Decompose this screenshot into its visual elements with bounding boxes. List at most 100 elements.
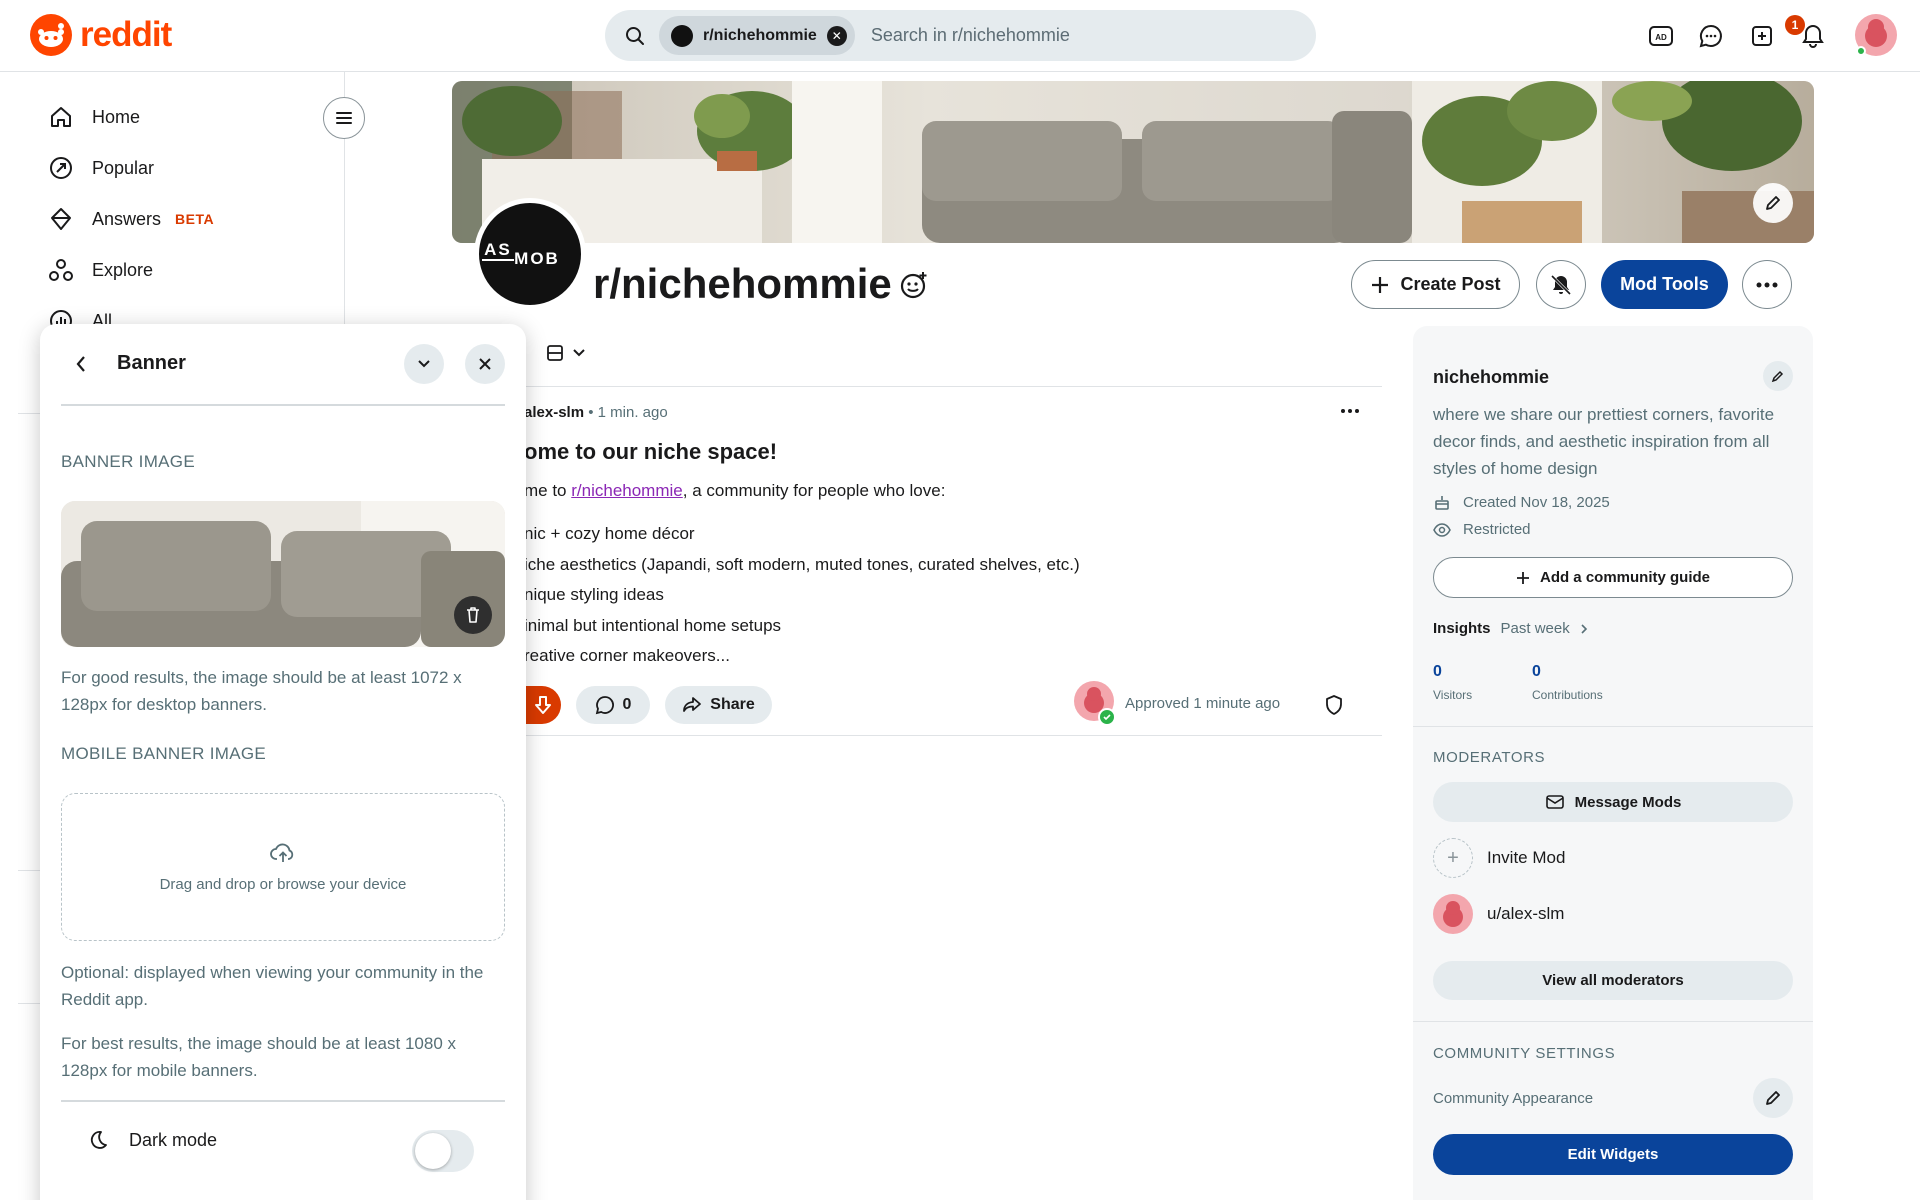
- nav-item-home[interactable]: Home: [48, 104, 140, 130]
- chat-button[interactable]: [1691, 16, 1731, 56]
- add-guide-button[interactable]: Add a community guide: [1433, 557, 1793, 598]
- banner-image-heading: BANNER IMAGE: [61, 452, 195, 471]
- community-description: where we share our prettiest corners, fa…: [1433, 405, 1775, 478]
- community-banner: [452, 81, 1814, 243]
- invite-mod-button[interactable]: + Invite Mod: [1433, 838, 1565, 878]
- nav-item-answers[interactable]: Answers BETA: [48, 206, 214, 232]
- nav-item-explore[interactable]: Explore: [48, 257, 153, 283]
- close-icon: [479, 358, 491, 370]
- search-scope-chip[interactable]: r/nichehommie ✕: [659, 16, 855, 55]
- banner-settings-panel: Banner BANNER IMAGE For good results, th…: [40, 324, 526, 1200]
- post-meta: alex-slm • 1 min. ago: [524, 404, 668, 421]
- nav-label-explore: Explore: [92, 259, 154, 280]
- message-mods-button[interactable]: Message Mods: [1433, 782, 1793, 822]
- plus-icon: [1516, 571, 1529, 584]
- overflow-icon: [1341, 409, 1359, 413]
- comment-icon: [595, 696, 614, 715]
- notification-settings-button[interactable]: [1536, 260, 1586, 309]
- sidebar-divider: [1413, 726, 1813, 727]
- nav-divider: [18, 413, 40, 414]
- panel-header: Banner: [40, 324, 526, 404]
- cake-icon: [1435, 496, 1449, 510]
- mobile-hint: For best results, the image should be at…: [61, 1034, 457, 1080]
- avatar-text-rule: [482, 259, 515, 261]
- snoo-icon: [30, 14, 72, 56]
- nav-divider: [18, 1003, 40, 1004]
- search-input[interactable]: Search in r/nichehommie: [871, 25, 1070, 46]
- post-divider: [526, 735, 1382, 736]
- edit-banner-button[interactable]: [1753, 183, 1793, 223]
- create-post-button[interactable]: Create Post: [1351, 260, 1520, 309]
- community-avatar[interactable]: AS MOB: [474, 198, 586, 310]
- community-settings-heading: COMMUNITY SETTINGS: [1433, 1045, 1616, 1062]
- dark-mode-toggle-knob[interactable]: [415, 1133, 451, 1169]
- post-overflow-button[interactable]: [1337, 398, 1363, 424]
- post-bullet: inimal but intentional home setups: [524, 616, 782, 635]
- post-author[interactable]: alex-slm: [524, 404, 584, 421]
- comments-button[interactable]: 0: [576, 686, 650, 724]
- share-icon: [683, 697, 702, 712]
- view-all-moderators-button[interactable]: View all moderators: [1433, 961, 1793, 1000]
- more-options-button[interactable]: [1742, 260, 1792, 309]
- online-indicator: [1856, 46, 1866, 56]
- clear-scope-icon[interactable]: ✕: [826, 25, 847, 46]
- post-bullet: nic + cozy home décor: [524, 524, 695, 543]
- nav-divider: [18, 870, 40, 871]
- share-button[interactable]: Share: [665, 686, 772, 724]
- popular-icon: [50, 157, 72, 179]
- mod-actions-button[interactable]: [1323, 694, 1345, 716]
- banner-preview[interactable]: [61, 501, 505, 647]
- nav-label-answers: Answers: [92, 208, 162, 229]
- downvote-button[interactable]: [524, 686, 561, 724]
- moderator-item[interactable]: u/alex-slm: [1433, 894, 1564, 934]
- contributions-count: 0: [1532, 663, 1541, 680]
- dropzone-text: Drag and drop or browse your device: [159, 875, 407, 893]
- edit-widgets-button[interactable]: Edit Widgets: [1433, 1134, 1793, 1175]
- bell-off-icon: [1550, 274, 1572, 295]
- banner-preview-image: [61, 501, 505, 647]
- advertise-button[interactable]: AD: [1641, 16, 1681, 56]
- eye-icon: [1433, 522, 1451, 537]
- sidebar-divider: [1413, 1021, 1813, 1022]
- mobile-banner-heading: MOBILE BANNER IMAGE: [61, 744, 267, 763]
- mobile-banner-dropzone[interactable]: Drag and drop or browse your device: [61, 793, 505, 941]
- post-title[interactable]: ome to our niche space!: [524, 439, 777, 465]
- close-panel-button[interactable]: [465, 344, 505, 384]
- visitors-count: 0: [1433, 663, 1442, 680]
- community-style-icon[interactable]: [899, 270, 929, 300]
- contributions-label: Contributions: [1532, 688, 1603, 702]
- view-toggle[interactable]: [546, 344, 586, 362]
- menu-icon: [336, 112, 352, 124]
- search-bar[interactable]: r/nichehommie ✕ Search in r/nichehommie: [605, 10, 1316, 61]
- post-bullet: nique styling ideas: [524, 585, 664, 604]
- create-button[interactable]: [1742, 16, 1782, 56]
- pencil-icon: [1766, 196, 1780, 210]
- community-link[interactable]: r/nichehommie: [571, 481, 683, 500]
- moderators-heading: MODERATORS: [1433, 749, 1546, 766]
- mod-tools-button[interactable]: Mod Tools: [1601, 260, 1728, 309]
- delete-banner-button[interactable]: [454, 596, 492, 634]
- privacy-status: Restricted: [1433, 521, 1531, 538]
- card-view-icon: [547, 345, 563, 361]
- mobile-optional-text: Optional: displayed when viewing your co…: [61, 963, 484, 1009]
- answers-icon: [51, 208, 71, 230]
- chevron-left-icon: [76, 356, 85, 372]
- search-icon: [625, 26, 645, 46]
- reddit-logo[interactable]: reddit: [30, 14, 172, 56]
- edit-description-button[interactable]: [1763, 361, 1793, 391]
- back-button[interactable]: [66, 349, 96, 379]
- plus-icon: +: [1433, 838, 1473, 878]
- chat-icon: [1699, 24, 1722, 48]
- nav-collapse-button[interactable]: [323, 97, 365, 139]
- upload-icon: [270, 843, 294, 862]
- collapse-panel-button[interactable]: [404, 344, 444, 384]
- reddit-wordmark: reddit: [80, 15, 172, 54]
- nav-item-popular[interactable]: Popular: [48, 155, 154, 181]
- edit-appearance-button[interactable]: [1753, 1078, 1793, 1118]
- insights-link[interactable]: Insights Past week: [1433, 620, 1588, 637]
- chevron-down-icon: [418, 360, 430, 368]
- panel-title: Banner: [117, 352, 186, 374]
- created-date: Created Nov 18, 2025: [1433, 493, 1610, 511]
- panel-divider: [61, 1100, 505, 1102]
- search-scope-label: r/nichehommie: [703, 26, 817, 44]
